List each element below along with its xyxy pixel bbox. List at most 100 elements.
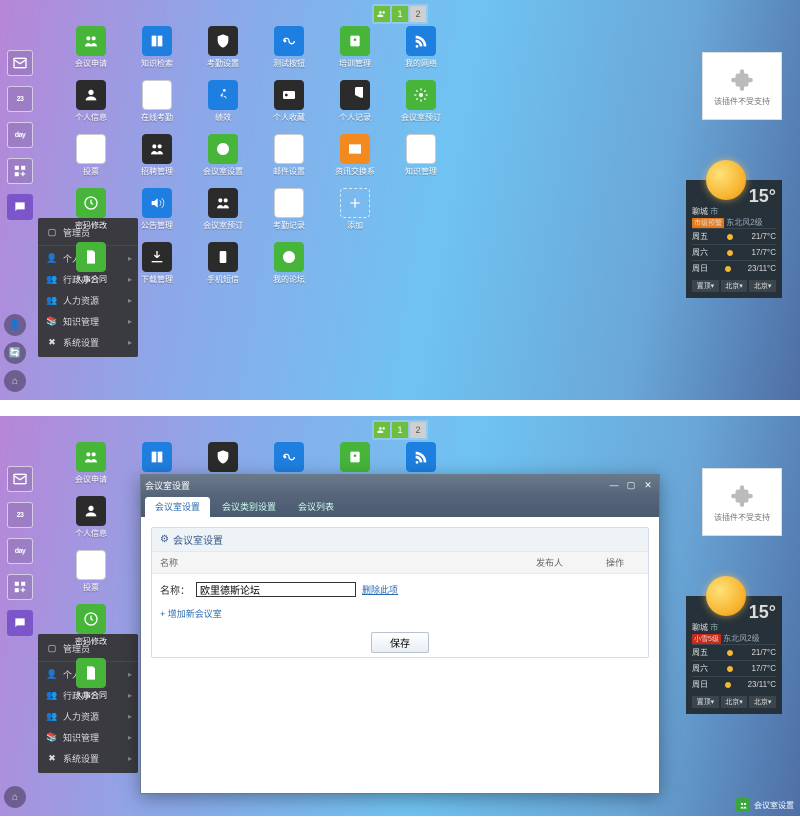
app-下载管理[interactable]: 下载管理 — [124, 242, 190, 296]
app-邮件设置[interactable]: 邮件设置 — [256, 134, 322, 188]
people-icon — [76, 442, 106, 472]
app-label: 考勤记录 — [273, 220, 305, 231]
app-人事合同[interactable]: 人事合同 — [58, 242, 124, 296]
sun-icon — [706, 160, 746, 200]
app-密码修改[interactable]: 密码修改 — [58, 188, 124, 242]
list-icon — [274, 188, 304, 218]
app-会议室预订[interactable]: 会议室预订 — [190, 188, 256, 242]
rail-chat-icon[interactable] — [7, 194, 33, 220]
window-minimize-icon[interactable]: — — [607, 479, 621, 491]
rail-refresh-icon[interactable]: 🔄 — [4, 342, 26, 364]
xbox-icon — [208, 134, 238, 164]
name-label: 名称： — [160, 582, 190, 597]
rail-2-calendar-icon[interactable]: 23 — [7, 502, 33, 528]
weather-select-2[interactable]: 北京▾ — [721, 280, 748, 292]
gear-icon: ⚙ — [160, 534, 169, 545]
rail-2-chat-icon[interactable] — [7, 610, 33, 636]
app-label: 密码修改 — [75, 220, 107, 231]
rail-2-home-icon[interactable]: ⌂ — [4, 786, 26, 808]
rail-mail-icon[interactable] — [7, 50, 33, 76]
app-知识管理[interactable]: 知识管理 — [388, 134, 454, 188]
rail-home-icon[interactable]: ⌂ — [4, 370, 26, 392]
app-会议申请[interactable]: 会议申请 — [58, 26, 124, 80]
window-titlebar[interactable]: 会议室设置 — ▢ ✕ — [141, 475, 659, 495]
puzzle-icon-2 — [729, 482, 755, 508]
plugin-widget-text-2: 该插件不受支持 — [714, 512, 770, 523]
app-会议室预订[interactable]: 会议室预订 — [388, 80, 454, 134]
app-绩效[interactable]: 绩效 — [190, 80, 256, 134]
start-menu-settings[interactable]: ✖系统设置▸ — [38, 332, 138, 353]
shield-icon — [208, 26, 238, 56]
app-我的论坛[interactable]: 我的论坛 — [256, 242, 322, 296]
pager-2-page-2[interactable]: 2 — [410, 422, 426, 438]
delete-link[interactable]: 删除此项 — [362, 583, 398, 596]
app-会议室设置[interactable]: 会议室设置 — [190, 134, 256, 188]
app-我的网络[interactable]: 我的网络 — [388, 26, 454, 80]
app-考勤记录[interactable]: 考勤记录 — [256, 188, 322, 242]
pager-2-page-1[interactable]: 1 — [392, 422, 408, 438]
app-在线考勤[interactable]: 在线考勤 — [124, 80, 190, 134]
app-投票[interactable]: 投票 — [58, 134, 124, 188]
add-room-link[interactable]: + 增加新会议室 — [152, 605, 648, 628]
app-培训管理[interactable]: 培训管理 — [322, 26, 388, 80]
app-招聘管理[interactable]: 招聘管理 — [124, 134, 190, 188]
weather-day-3: 周日23/11°C — [692, 260, 776, 276]
app-添加[interactable]: 添加 — [322, 188, 388, 242]
app-人事合同[interactable]: 人事合同 — [58, 658, 124, 712]
app-会议申请[interactable]: 会议申请 — [58, 442, 124, 496]
app-label: 培训管理 — [339, 58, 371, 69]
app-手机短信[interactable]: 手机短信 — [190, 242, 256, 296]
weather-widget[interactable]: 15° 聊城 市 市级预警 东北风2级 周五21/7°C 周六17/7°C 周日… — [686, 180, 782, 298]
pager-page-1[interactable]: 1 — [392, 6, 408, 22]
app-知识检索[interactable]: 知识检索 — [124, 26, 190, 80]
pager-home-icon[interactable] — [374, 6, 390, 22]
start-menu-2-knowledge[interactable]: 📚知识管理▸ — [38, 727, 138, 748]
app-公告管理[interactable]: 公告管理 — [124, 188, 190, 242]
taskbar-label[interactable]: 会议室设置 — [754, 800, 794, 811]
app-label: 会议室设置 — [203, 166, 243, 177]
gear-icon — [406, 80, 436, 110]
tab-category-settings[interactable]: 会议类别设置 — [212, 497, 286, 517]
rail-2-day-icon[interactable]: day — [7, 538, 33, 564]
pager-2-home-icon[interactable] — [374, 422, 390, 438]
app-label: 人事合同 — [75, 690, 107, 701]
app-密码修改[interactable]: 密码修改 — [58, 604, 124, 658]
rail-2-mail-icon[interactable] — [7, 466, 33, 492]
app-投票[interactable]: 投票 — [58, 550, 124, 604]
weather-select-1[interactable]: 置顶▾ — [692, 280, 719, 292]
app-个人信息[interactable]: 个人信息 — [58, 80, 124, 134]
start-menu-2-settings[interactable]: ✖系统设置▸ — [38, 748, 138, 769]
user-icon — [76, 496, 106, 526]
app-个人记录[interactable]: 个人记录 — [322, 80, 388, 134]
rail-day-icon[interactable]: day — [7, 122, 33, 148]
app-个人信息[interactable]: 个人信息 — [58, 496, 124, 550]
window-close-icon[interactable]: ✕ — [641, 479, 655, 491]
tab-room-settings[interactable]: 会议室设置 — [145, 497, 210, 517]
window-maximize-icon[interactable]: ▢ — [624, 479, 638, 491]
tab-meeting-list[interactable]: 会议列表 — [288, 497, 344, 517]
rail-2-add-tile-icon[interactable] — [7, 574, 33, 600]
puzzle-icon — [729, 66, 755, 92]
rail-calendar-icon[interactable]: 23 — [7, 86, 33, 112]
room-name-input[interactable] — [196, 582, 356, 597]
weather-select-3[interactable]: 北京▾ — [749, 280, 776, 292]
weather-widget-2[interactable]: 15° 聊城 市 小雪5级 东北风2级 周五21/7°C 周六17/7°C 周日… — [686, 596, 782, 714]
app-资讯交换系[interactable]: 资讯交换系 — [322, 134, 388, 188]
phone-icon — [208, 242, 238, 272]
clock-icon — [76, 604, 106, 634]
save-button[interactable]: 保存 — [371, 632, 429, 653]
left-rail: 23 day — [0, 50, 40, 220]
taskbar-app-icon[interactable] — [736, 798, 750, 812]
rail-add-tile-icon[interactable] — [7, 158, 33, 184]
app-个人收藏[interactable]: 个人收藏 — [256, 80, 322, 134]
weather-city: 聊城 — [692, 207, 708, 216]
app-label: 个人收藏 — [273, 112, 305, 123]
app-考勤设置[interactable]: 考勤设置 — [190, 26, 256, 80]
pie-icon — [340, 80, 370, 110]
pager-page-2[interactable]: 2 — [410, 6, 426, 22]
rail-user-icon[interactable]: 👤 — [4, 314, 26, 336]
app-测试按钮[interactable]: 测试按钮 — [256, 26, 322, 80]
people-icon — [208, 188, 238, 218]
start-menu-knowledge[interactable]: 📚知识管理▸ — [38, 311, 138, 332]
weather-day-2: 周六17/7°C — [692, 244, 776, 260]
